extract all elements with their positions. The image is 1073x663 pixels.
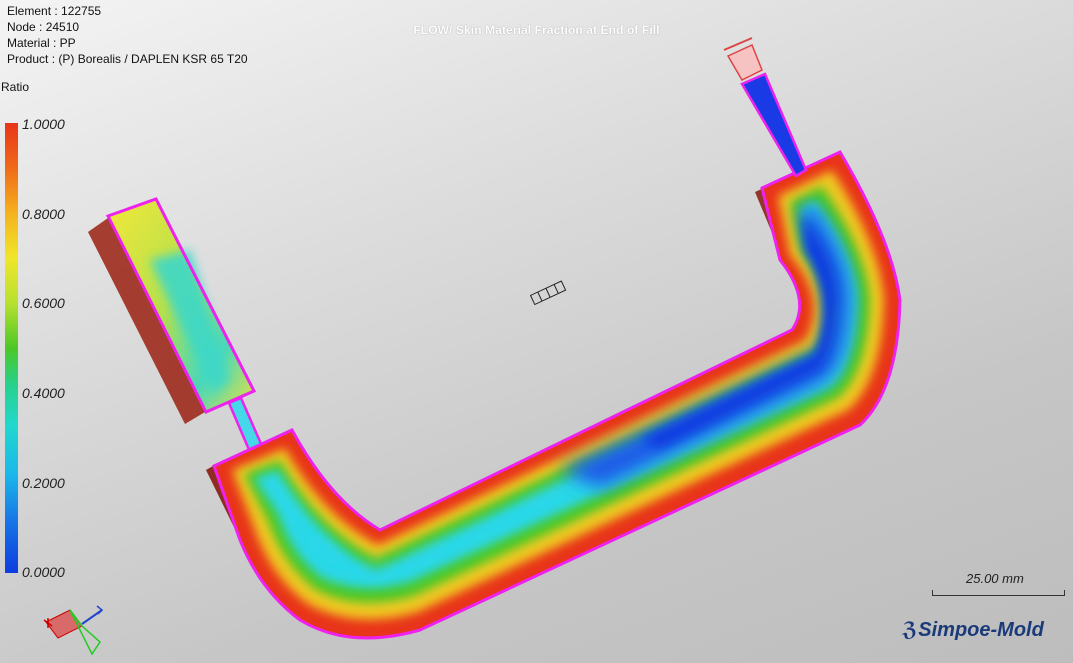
simpoe-logo: ℨSimpoe-Mold [902, 617, 1044, 642]
logo-text: Simpoe-Mold [918, 619, 1044, 641]
camera-icon[interactable] [529, 280, 567, 306]
axis-triad-icon[interactable] [43, 605, 104, 656]
gate-connector [227, 396, 264, 454]
u-channel [212, 150, 902, 640]
scale-bar [932, 590, 1065, 596]
scale-label: 25.00 mm [966, 571, 1024, 586]
part-viewport[interactable] [0, 0, 1073, 663]
3ds-logo-icon: ℨ [902, 619, 918, 641]
sprue [723, 37, 808, 178]
